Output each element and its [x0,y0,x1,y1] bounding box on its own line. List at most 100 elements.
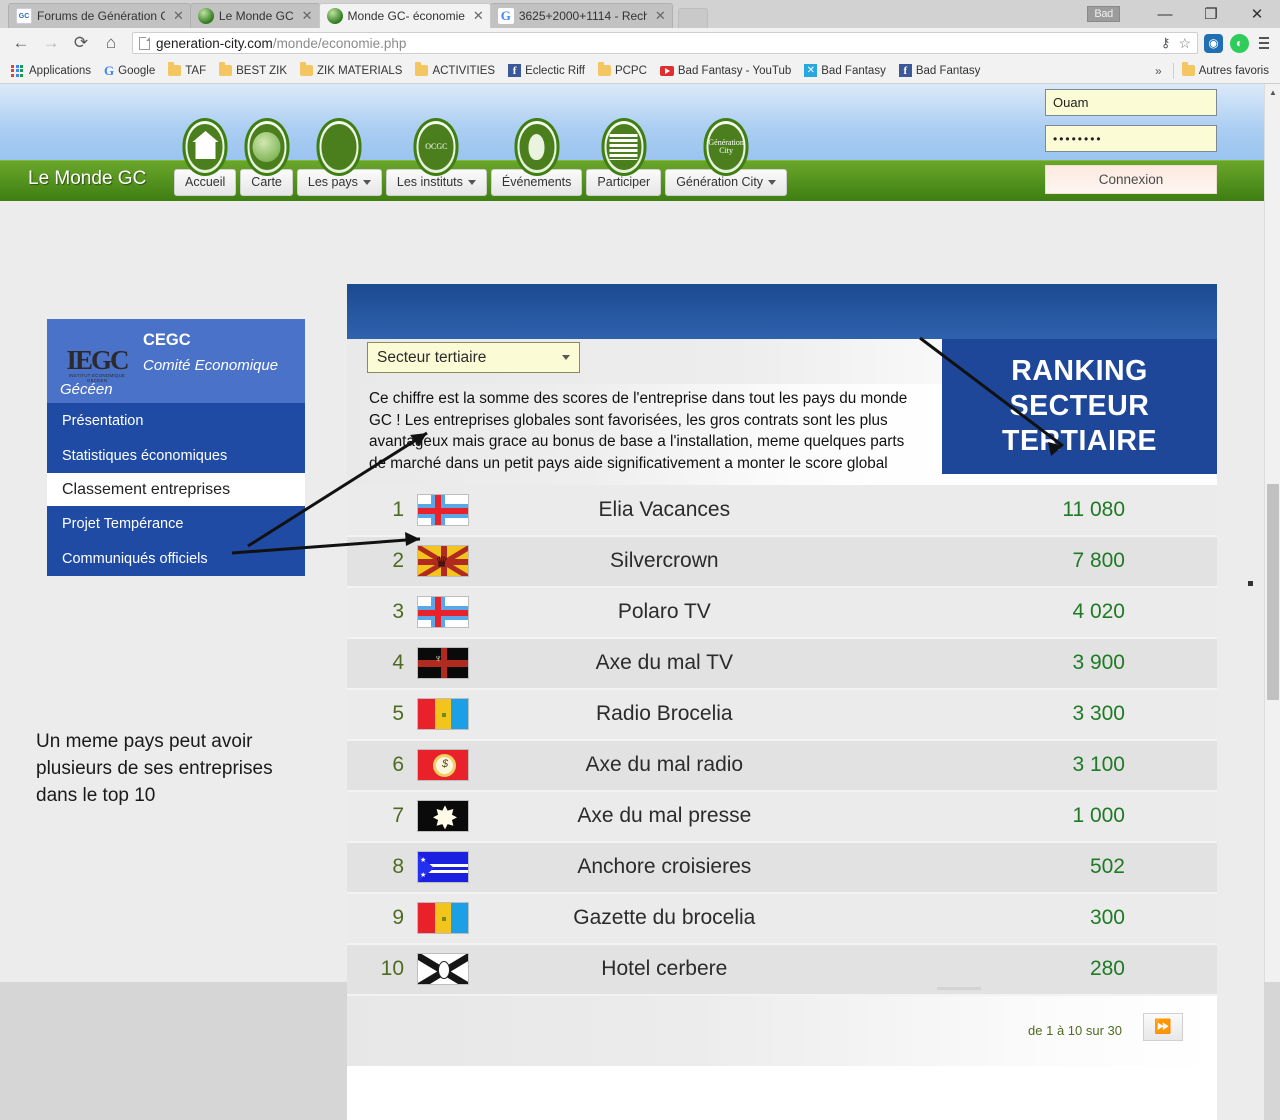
extension-blue-icon[interactable]: ◉ [1204,33,1223,53]
new-tab-button[interactable] [677,8,708,28]
sidebar-subtitle: Comité Economique [143,357,279,374]
site-nav-items: Accueil Carte Les pays OCGC Les institut… [174,118,788,196]
rank-cell: 1 [347,484,417,537]
next-page-button[interactable]: ⏩ [1143,1012,1183,1041]
bookmark-eclectic-riff[interactable]: f Eclectic Riff [503,62,590,79]
connexion-button[interactable]: Connexion [1045,165,1217,194]
company-name-cell: Elia Vacances [492,484,987,537]
scrollbar-thumb[interactable] [1267,484,1279,700]
folder-icon [415,62,429,76]
page-info-icon[interactable] [139,36,150,50]
home-icon[interactable]: ⌂ [96,29,126,57]
back-icon[interactable]: ← [6,29,36,57]
table-row[interactable]: 9 Gazette du brocelia 300 [347,892,1217,945]
sidebar-item-projet-temperance[interactable]: Projet Tempérance [47,506,305,541]
key-icon[interactable]: ⚷ [1161,35,1171,51]
sector-select-value: Secteur tertiaire [377,348,487,366]
bookmark-taf[interactable]: TAF [163,62,211,79]
company-name-cell: Anchore croisieres [492,841,987,894]
bookmark-label: ACTIVITIES [432,64,496,77]
sidebar-item-classement-entreprises[interactable]: Classement entreprises [47,473,305,506]
facebook-icon: f [508,64,522,77]
table-row[interactable]: 4 ♆ Axe du mal TV 3 900 [347,637,1217,690]
table-row[interactable]: 2 ♛ Silvercrown 7 800 [347,535,1217,588]
bookmark-label: Google [118,64,156,77]
username-field[interactable]: Ouam [1045,89,1217,116]
bookmark-bad-fantasy-youtube[interactable]: Bad Fantasy - YouTub [655,63,796,79]
forward-icon[interactable]: → [36,29,66,57]
bookmarks-overflow-icon[interactable]: » [1147,64,1170,78]
extension-green-icon[interactable]: ◐ [1230,33,1249,53]
nav-item-evenements[interactable]: Événements [490,118,583,196]
close-icon[interactable]: ✕ [173,8,184,24]
bookmark-applications[interactable]: Applications [6,63,96,79]
bookmark-pcpc[interactable]: PCPC [593,62,652,79]
nav-label: Événements [501,175,572,189]
close-icon[interactable]: ✕ [655,8,666,24]
close-icon[interactable]: ✕ [302,8,313,24]
blue-stripe-flag-icon: ★ ★ [417,851,469,884]
nav-item-participer[interactable]: Participer [586,118,662,196]
bookmark-zik-materials[interactable]: ZIK MATERIALS [295,62,407,79]
close-icon[interactable]: ✕ [1234,0,1280,28]
nav-label: Les instituts [396,175,463,189]
nav-label: Génération City [676,175,764,189]
browser-toolbar: ← → ⟳ ⌂ generation-city.com/monde/econom… [0,28,1280,58]
address-bar[interactable]: generation-city.com/monde/economie.php ⚷… [132,32,1198,54]
browser-tab[interactable]: GC Forums de Génération Cit ✕ [8,3,191,28]
bookmark-google[interactable]: G Google [99,61,160,81]
nav-item-generation-city[interactable]: Génération City Génération City [665,118,788,196]
sidebar-item-statistiques[interactable]: Statistiques économiques [47,438,305,473]
nav-item-les-instituts[interactable]: OCGC Les instituts [385,118,487,196]
table-row[interactable]: 8 ★ ★ Anchore croisieres 502 [347,841,1217,894]
site-brand[interactable]: Le Monde GC [28,168,146,190]
menu-icon[interactable] [1256,37,1272,49]
sidebar-item-communiques-officiels[interactable]: Communiqués officiels [47,541,305,576]
bookmarks-bar: Applications G Google TAF BEST ZIK ZIK M… [0,58,1280,84]
table-row[interactable]: 7 Axe du mal presse 1 000 [347,790,1217,843]
nav-item-accueil[interactable]: Accueil [174,118,237,196]
page-scrollbar[interactable]: ▲ [1264,84,1280,982]
bookmark-other-favorites[interactable]: Autres favoris [1177,62,1274,79]
score-cell: 280 [986,943,1217,996]
nordic-flag-icon [417,493,469,526]
bookmark-bad-fantasy-facebook[interactable]: f Bad Fantasy [894,62,986,79]
inner-scroll-hint [937,987,981,990]
browser-tab-active[interactable]: Monde GC- économie ✕ [318,3,491,28]
maximize-icon[interactable]: ❐ [1188,0,1234,28]
table-row[interactable]: 6 Axe du mal radio 3 100 [347,739,1217,792]
folder-icon [219,62,233,76]
close-icon[interactable]: ✕ [473,8,484,24]
browser-tab[interactable]: G 3625+2000+1114 - Reche ✕ [489,3,673,28]
sector-select[interactable]: Secteur tertiaire [367,342,580,373]
score-cell: 7 800 [986,535,1217,588]
table-row[interactable]: 10 Hotel cerbere 280 [347,943,1217,996]
partial-logo-icon [1089,284,1179,300]
page-content: IEGC INSTITUT ECONOMIQUE GECEEN CEGC Com… [0,201,1264,1120]
apps-grid-icon [11,64,23,77]
password-field[interactable]: •••••••• [1045,125,1217,152]
table-row[interactable]: 3 Polaro TV 4 020 [347,586,1217,639]
nordic-flag-icon [417,596,469,629]
minimize-icon[interactable]: — [1142,0,1188,28]
panel-right-margin [1217,339,1264,1120]
browser-tab[interactable]: Le Monde GC ✕ [189,3,320,28]
nav-item-carte[interactable]: Carte [240,118,293,196]
tab-strip: GC Forums de Génération Cit ✕ Le Monde G… [8,2,708,28]
table-row[interactable]: 5 Radio Brocelia 3 300 [347,688,1217,741]
sidebar-item-presentation[interactable]: Présentation [47,403,305,438]
company-name-cell: Axe du mal presse [492,790,987,843]
reload-icon[interactable]: ⟳ [66,29,96,57]
sidebar: IEGC INSTITUT ECONOMIQUE GECEEN CEGC Com… [47,319,305,576]
page-viewport: Le Monde GC Accueil Carte Les pays OCGC … [0,84,1280,1120]
description-text: Ce chiffre est la somme des scores de l'… [347,384,947,485]
table-row[interactable]: 1 Elia Vacances 11 080 [347,484,1217,537]
ranking-badge-line1: RANKING [1011,354,1148,387]
bookmark-bad-fantasy-xing[interactable]: ✕ Bad Fantasy [799,62,891,79]
star-icon[interactable]: ☆ [1178,35,1191,52]
bookmark-best-zik[interactable]: BEST ZIK [214,62,292,79]
nav-item-les-pays[interactable]: Les pays [296,118,382,196]
scroll-up-icon[interactable]: ▲ [1265,84,1280,100]
bookmark-activities[interactable]: ACTIVITIES [410,62,500,79]
chevron-down-icon [562,355,570,360]
